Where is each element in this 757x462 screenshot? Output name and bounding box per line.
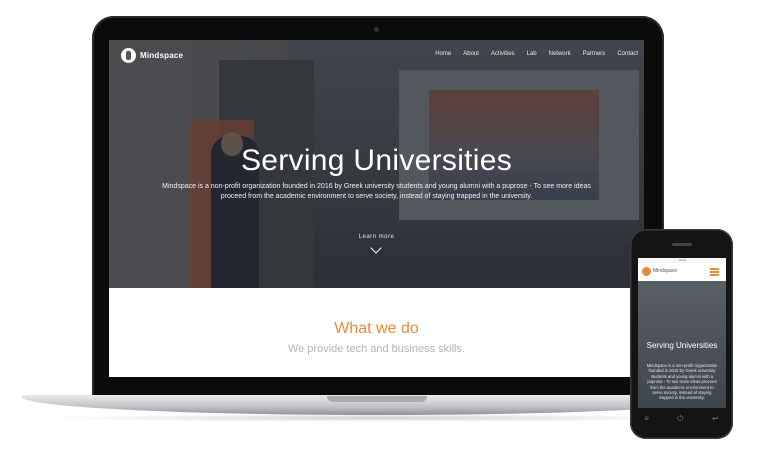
nav-lab[interactable]: Lab [527,51,537,57]
section-title: What we do [334,320,419,337]
main-nav: Home About Activities Lab Network Partne… [435,51,638,57]
nav-home[interactable]: Home [435,51,451,57]
nav-network[interactable]: Network [549,51,571,57]
hero-section: Mindspace Home About Activities Lab Netw… [109,40,644,288]
laptop-shadow [40,414,716,422]
hero-description: Mindspace is a non-profit organization f… [162,183,591,200]
phone-screen: 12:00 Mindspace Serving Universities Min… [638,258,726,408]
phone-hero-description: Mindspace is a non-profit organization f… [646,363,718,401]
section-subtitle: We provide tech and business skills. [287,343,466,355]
laptop-screen: Mindspace Home About Activities Lab Netw… [109,40,644,377]
nav-about[interactable]: About [463,51,479,57]
phone-speaker [672,243,692,246]
nav-contact[interactable]: Contact [617,51,638,57]
phone-logo-icon[interactable] [642,267,651,276]
phone-hardware-buttons: ≡ ⏻ ↩ [630,414,733,424]
site-logo[interactable]: Mindspace [121,48,183,63]
nav-partners[interactable]: Partners [583,51,606,57]
phone-power-button-icon[interactable]: ⏻ [677,414,683,424]
laptop-base-notch [327,396,427,402]
hamburger-menu-icon[interactable] [710,268,719,277]
learn-more-link[interactable]: Learn more [109,234,644,240]
nav-activities[interactable]: Activities [491,51,515,57]
phone-logo-text: Mindspace [653,268,678,274]
phone-hero-title: Serving Universities [646,341,718,350]
laptop-camera [374,27,379,32]
phone-back-button-icon[interactable]: ↩ [712,414,719,424]
hero-title: Serving Universities [240,144,513,177]
mindspace-logo-icon [121,48,136,63]
phone-hero: Serving Universities Mindspace is a non-… [638,281,726,408]
phone-menu-button-icon[interactable]: ≡ [644,414,649,424]
site-logo-text: Mindspace [140,51,184,60]
